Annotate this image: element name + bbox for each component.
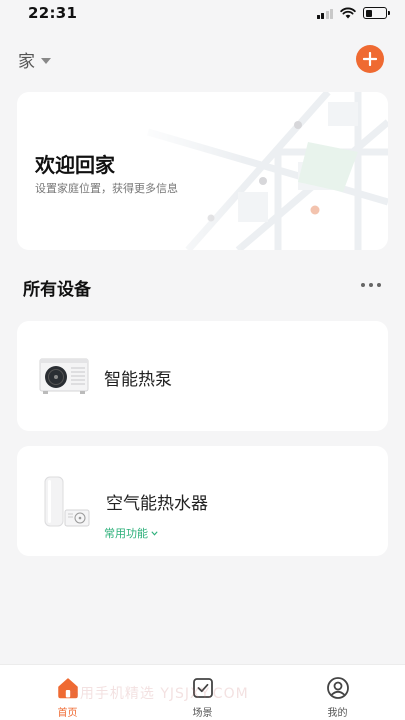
battery-icon — [363, 7, 390, 19]
caret-down-icon — [41, 57, 51, 64]
tab-label: 首页 — [57, 708, 78, 719]
profile-icon — [326, 677, 349, 699]
water-heater-icon — [44, 476, 90, 527]
device-name: 智能热泵 — [104, 370, 172, 390]
section-title: 所有设备 — [23, 280, 91, 300]
wifi-icon — [340, 7, 356, 19]
battery-level — [365, 9, 373, 17]
home-name: 家 — [18, 52, 35, 72]
home-selector[interactable]: 家 — [18, 47, 51, 72]
status-bar: 22:31 — [0, 0, 405, 26]
more-dots-icon[interactable] — [361, 277, 381, 293]
welcome-title: 欢迎回家 — [35, 153, 115, 177]
cellular-signal-icon — [316, 8, 333, 19]
device-card-water-heater[interactable]: 空气能热水器 常用功能 — [17, 446, 388, 556]
common-functions-label: 常用功能 — [104, 527, 148, 540]
welcome-card[interactable]: 欢迎回家 设置家庭位置，获得更多信息 — [17, 92, 388, 250]
tab-scene[interactable]: 场景 — [163, 665, 243, 719]
welcome-subtitle: 设置家庭位置，获得更多信息 — [35, 182, 178, 195]
scene-checkbox-icon — [192, 678, 213, 698]
status-time: 22:31 — [28, 4, 78, 22]
tab-label: 我的 — [327, 708, 348, 719]
map-background — [128, 92, 388, 250]
tab-bar: 首页 场景 我的 — [0, 664, 405, 720]
device-card-heat-pump[interactable]: 智能热泵 — [17, 321, 388, 431]
tab-profile[interactable]: 我的 — [298, 665, 378, 719]
heat-pump-icon — [39, 358, 89, 394]
device-name: 空气能热水器 — [106, 494, 208, 514]
status-icons — [316, 7, 390, 19]
plus-icon — [363, 52, 377, 66]
tab-label: 场景 — [192, 708, 213, 719]
add-device-button[interactable] — [356, 45, 384, 73]
tab-home[interactable]: 首页 — [28, 665, 108, 719]
chevron-down-icon — [151, 530, 158, 536]
home-icon — [57, 678, 78, 699]
common-functions-link[interactable]: 常用功能 — [104, 525, 158, 541]
